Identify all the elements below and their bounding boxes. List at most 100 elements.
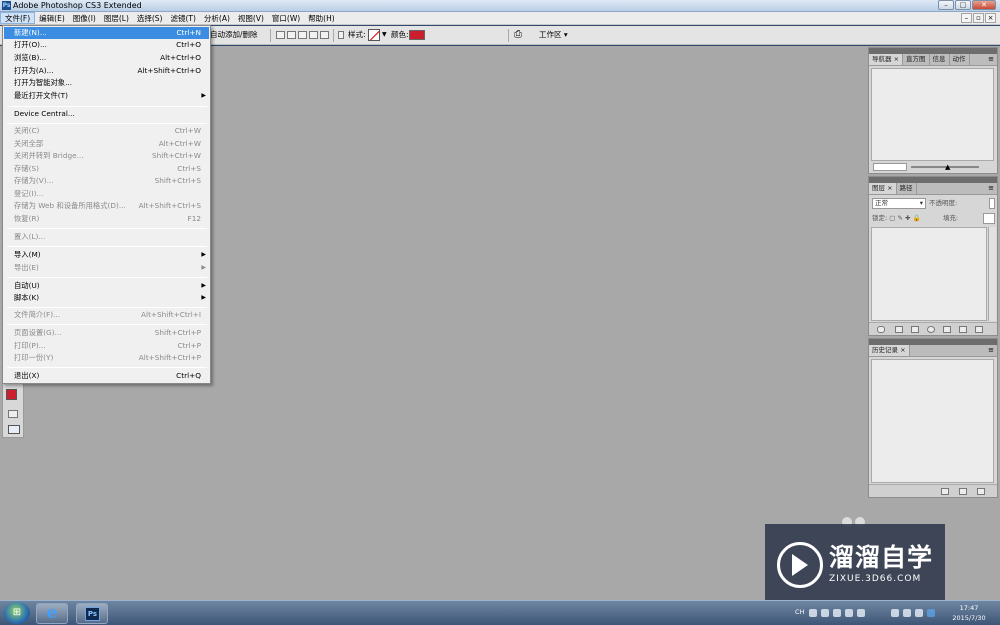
doc-minimize-button[interactable]: – <box>961 13 972 23</box>
zoom-field[interactable] <box>873 163 907 171</box>
trash-icon[interactable] <box>977 488 985 495</box>
layer-mask-icon[interactable] <box>911 326 919 333</box>
menu-item-open-smart-object[interactable]: 打开为智能对象... <box>4 77 209 89</box>
scrollbar[interactable] <box>988 227 996 321</box>
menu-view[interactable]: 视图(V) <box>234 12 268 24</box>
tab-navigator[interactable]: 导航器 × <box>869 54 904 65</box>
menu-item-import[interactable]: 导入(M) ▶ <box>4 249 209 261</box>
menu-item-open[interactable]: 打开(O)... Ctrl+O <box>4 39 209 51</box>
close-button[interactable]: ✕ <box>972 0 996 10</box>
clock[interactable]: 17:47 2015/7/30 <box>948 603 990 623</box>
tray-icon[interactable] <box>809 609 817 617</box>
menu-item-scripts[interactable]: 脚本(K) ▶ <box>4 292 209 304</box>
tab-history[interactable]: 历史记录 × <box>869 345 910 356</box>
menu-item-close-all[interactable]: 关闭全部 Alt+Ctrl+W <box>4 138 209 150</box>
bridge-icon[interactable]: ⎙ <box>514 29 528 41</box>
history-list[interactable] <box>871 359 994 483</box>
tab-layers[interactable]: 图层 × <box>869 183 897 194</box>
menu-item-revert[interactable]: 恢复(R) F12 <box>4 213 209 225</box>
menu-item-page-setup[interactable]: 页面设置(G)... Shift+Ctrl+P <box>4 327 209 339</box>
tab-histogram[interactable]: 直方图 <box>903 54 930 65</box>
start-button[interactable]: ⊞ <box>4 602 30 624</box>
menu-item-exit[interactable]: 退出(X) Ctrl+Q <box>4 370 209 382</box>
style-picker[interactable] <box>368 29 380 41</box>
menu-item-print[interactable]: 打印(P)... Ctrl+P <box>4 340 209 352</box>
workspace-menu[interactable]: 工作区 ▾ <box>539 30 568 40</box>
tab-paths[interactable]: 路径 <box>897 183 917 194</box>
volume-icon[interactable] <box>915 609 923 617</box>
chevron-down-icon[interactable]: ▼ <box>382 31 387 38</box>
tray-icon[interactable] <box>857 609 865 617</box>
path-mode-new-icon[interactable] <box>276 31 285 39</box>
group-icon[interactable] <box>943 326 951 333</box>
photoshop-taskbar-button[interactable]: Ps <box>76 603 108 624</box>
navigator-preview[interactable] <box>871 68 994 161</box>
path-mode-add-icon[interactable] <box>287 31 296 39</box>
tray-icon[interactable] <box>821 609 829 617</box>
minimize-button[interactable]: – <box>938 0 954 10</box>
fill-field[interactable] <box>983 213 995 224</box>
input-method-icon[interactable] <box>927 609 935 617</box>
screen-mode-icon[interactable] <box>8 425 20 434</box>
layers-list[interactable] <box>871 227 987 321</box>
foreground-color-swatch[interactable] <box>6 389 17 400</box>
maximize-button[interactable]: □ <box>955 0 971 10</box>
menu-layer[interactable]: 图层(L) <box>100 12 133 24</box>
doc-restore-button[interactable]: ▫ <box>973 13 984 23</box>
menu-item-save-for-web[interactable]: 存储为 Web 和设备所用格式(D)... Alt+Shift+Ctrl+S <box>4 200 209 212</box>
auto-add-delete-checkbox[interactable]: 自动添加/删除 <box>210 30 258 40</box>
color-swatch[interactable] <box>409 30 425 40</box>
tray-icon[interactable] <box>833 609 841 617</box>
menu-item-new[interactable]: 新建(N)... Ctrl+N <box>4 27 209 39</box>
zoom-knob[interactable]: ▲ <box>945 163 950 171</box>
trash-icon[interactable] <box>975 326 983 333</box>
menu-item-export[interactable]: 导出(E) ▶ <box>4 262 209 274</box>
path-mode-exclude-icon[interactable] <box>320 31 329 39</box>
menu-item-place[interactable]: 置入(L)... <box>4 231 209 243</box>
path-mode-subtract-icon[interactable] <box>298 31 307 39</box>
panel-menu-icon[interactable]: ≡ <box>988 346 994 355</box>
layer-style-icon[interactable] <box>895 326 903 333</box>
menu-item-print-one-copy[interactable]: 打印一份(Y) Alt+Shift+Ctrl+P <box>4 352 209 364</box>
link-layers-icon[interactable] <box>877 326 885 333</box>
doc-close-button[interactable]: × <box>985 13 996 23</box>
menu-window[interactable]: 窗口(W) <box>268 12 304 24</box>
menu-item-browse[interactable]: 浏览(B)... Alt+Ctrl+O <box>4 52 209 64</box>
adjustment-layer-icon[interactable] <box>927 326 935 333</box>
new-document-from-state-icon[interactable] <box>941 488 949 495</box>
menu-file[interactable]: 文件(F) <box>0 12 36 24</box>
menu-item-automate[interactable]: 自动(U) ▶ <box>4 280 209 292</box>
menu-select[interactable]: 选择(S) <box>133 12 167 24</box>
menu-analysis[interactable]: 分析(A) <box>200 12 234 24</box>
blend-mode-select[interactable]: 正常 ▾ <box>872 198 926 209</box>
menu-image[interactable]: 图像(I) <box>69 12 100 24</box>
menu-item-recent-files[interactable]: 最近打开文件(T) ▶ <box>4 90 209 102</box>
menu-item-file-info[interactable]: 文件简介(F)... Alt+Shift+Ctrl+I <box>4 309 209 321</box>
new-layer-icon[interactable] <box>959 326 967 333</box>
snapshot-icon[interactable] <box>959 488 967 495</box>
tab-actions[interactable]: 动作 <box>950 54 970 65</box>
network-icon[interactable] <box>903 609 911 617</box>
panel-menu-icon[interactable]: ≡ <box>988 55 994 64</box>
link-icon[interactable] <box>338 31 344 39</box>
panel-menu-icon[interactable]: ≡ <box>988 184 994 193</box>
menu-filter[interactable]: 滤镜(T) <box>167 12 200 24</box>
tray-icon[interactable] <box>845 609 853 617</box>
zoom-slider[interactable]: ▲ <box>873 163 993 171</box>
menu-item-check-in[interactable]: 登记(I)... <box>4 188 209 200</box>
menu-help[interactable]: 帮助(H) <box>304 12 339 24</box>
menu-item-open-as[interactable]: 打开为(A)... Alt+Shift+Ctrl+O <box>4 65 209 77</box>
language-indicator[interactable]: CH <box>795 608 804 616</box>
menu-edit[interactable]: 编辑(E) <box>35 12 69 24</box>
tab-info[interactable]: 信息 <box>930 54 950 65</box>
internet-explorer-taskbar-button[interactable]: e <box>36 603 68 624</box>
menu-item-save-as[interactable]: 存储为(V)... Shift+Ctrl+S <box>4 175 209 187</box>
opacity-field[interactable] <box>989 198 995 209</box>
menu-item-close-go-bridge[interactable]: 关闭并转到 Bridge... Shift+Ctrl+W <box>4 150 209 162</box>
path-mode-intersect-icon[interactable] <box>309 31 318 39</box>
quick-mask-icon[interactable] <box>8 410 18 418</box>
tray-icon[interactable] <box>891 609 899 617</box>
menu-item-close[interactable]: 关闭(C) Ctrl+W <box>4 125 209 137</box>
menu-item-device-central[interactable]: Device Central... <box>4 108 209 120</box>
menu-item-save[interactable]: 存储(S) Ctrl+S <box>4 163 209 175</box>
